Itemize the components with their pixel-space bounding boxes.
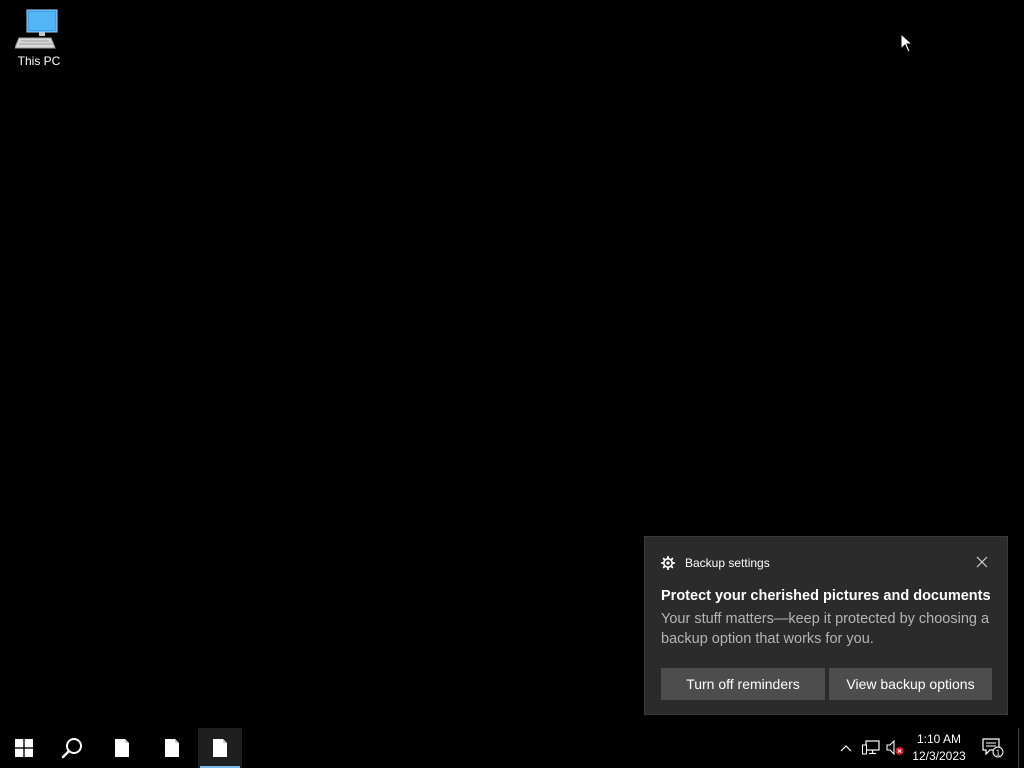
taskbar-app-1[interactable] bbox=[98, 728, 146, 768]
document-icon bbox=[165, 739, 179, 757]
volume-muted-icon bbox=[886, 740, 904, 756]
turn-off-reminders-button[interactable]: Turn off reminders bbox=[661, 668, 825, 700]
gear-icon bbox=[661, 556, 675, 570]
clock-button[interactable]: 1:10 AM 12/3/2023 bbox=[906, 728, 972, 768]
this-pc-desktop-icon[interactable]: This PC bbox=[8, 8, 70, 78]
notification-icon: 1 bbox=[982, 738, 1004, 758]
document-icon bbox=[213, 739, 227, 757]
desktop[interactable]: This PC Backup settings Protect your che… bbox=[0, 0, 1024, 728]
this-pc-icon bbox=[15, 9, 58, 49]
taskbar: 1:10 AM 12/3/2023 1 bbox=[0, 728, 1024, 768]
show-desktop-button[interactable] bbox=[1018, 728, 1024, 768]
toast-app-name: Backup settings bbox=[685, 556, 770, 570]
chevron-up-icon bbox=[840, 745, 852, 752]
show-hidden-icons-button[interactable] bbox=[836, 728, 856, 768]
taskbar-app-3-active[interactable] bbox=[198, 728, 242, 768]
close-icon bbox=[976, 556, 988, 568]
clock-date: 12/3/2023 bbox=[912, 749, 966, 763]
toast-header: Backup settings bbox=[661, 555, 770, 571]
mouse-cursor-icon bbox=[900, 33, 914, 53]
clock-time: 1:10 AM bbox=[916, 732, 962, 746]
network-icon bbox=[862, 740, 880, 755]
windows-start-icon bbox=[15, 739, 33, 757]
search-button[interactable] bbox=[48, 728, 96, 768]
toast-title: Protect your cherished pictures and docu… bbox=[661, 588, 991, 604]
toast-close-button[interactable] bbox=[973, 553, 991, 571]
document-icon bbox=[115, 739, 129, 757]
start-button[interactable] bbox=[0, 728, 48, 768]
network-tray-button[interactable] bbox=[860, 728, 882, 768]
search-icon bbox=[61, 738, 82, 759]
action-center-button[interactable]: 1 bbox=[978, 728, 1008, 768]
volume-tray-button[interactable] bbox=[884, 728, 906, 768]
view-backup-options-button[interactable]: View backup options bbox=[829, 668, 992, 700]
backup-notification-toast[interactable]: Backup settings Protect your cherished p… bbox=[644, 536, 1008, 715]
desktop-icon-label: This PC bbox=[17, 54, 61, 68]
toast-body: Your stuff matters—keep it protected by … bbox=[661, 611, 990, 647]
taskbar-app-2[interactable] bbox=[148, 728, 196, 768]
notification-count-badge: 1 bbox=[996, 748, 1001, 757]
